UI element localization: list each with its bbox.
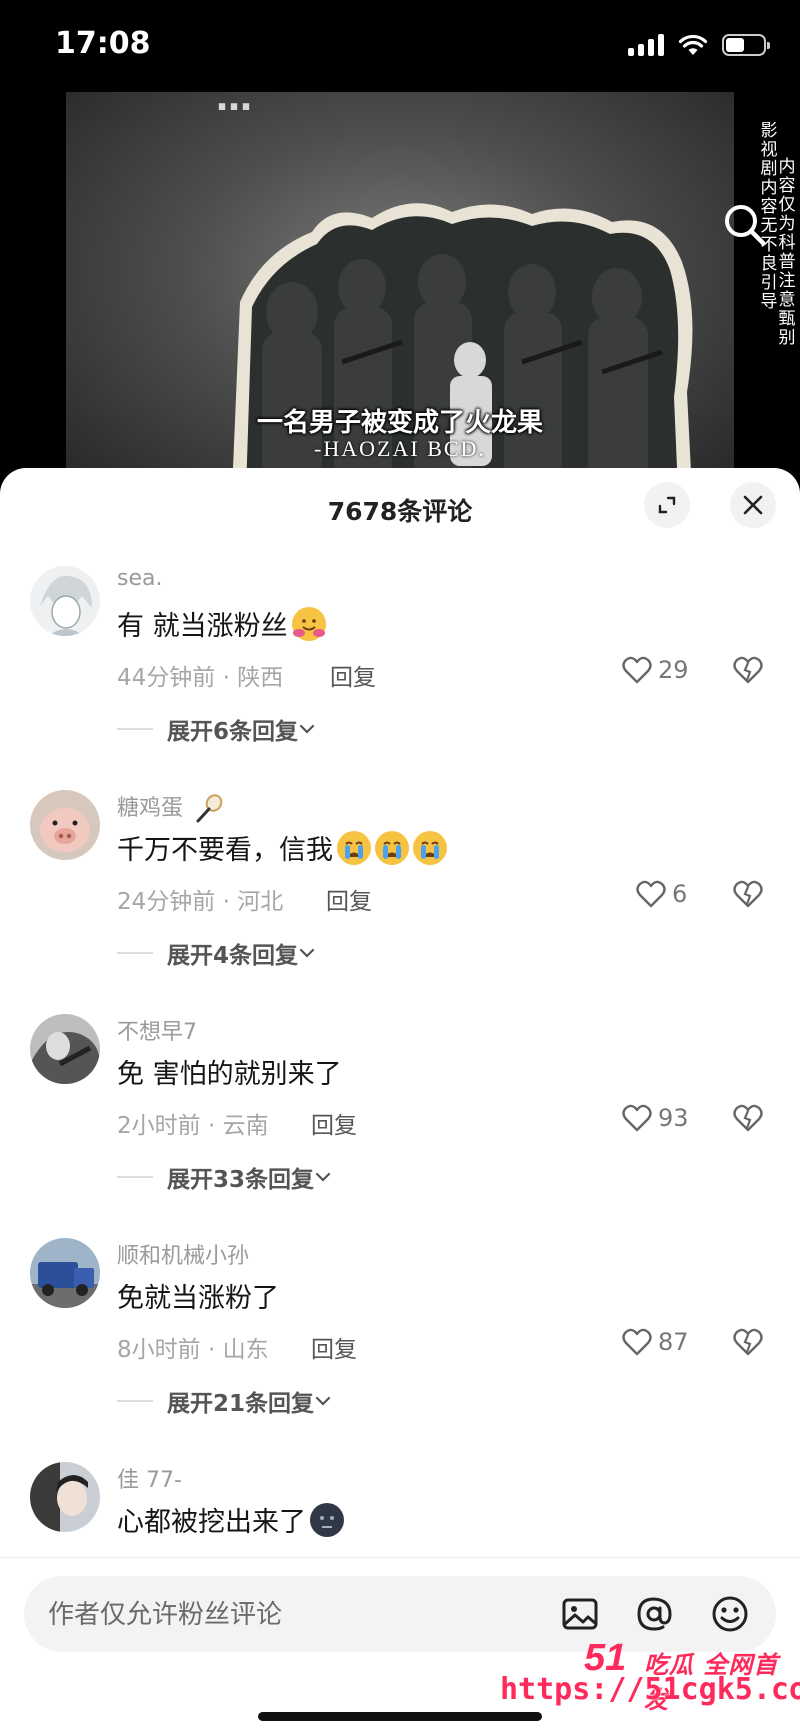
expand-replies-button[interactable]: 展开4条回复 [117,936,316,970]
comment-meta: 24分钟前 · 河北 [117,889,284,915]
close-sheet-button[interactable] [730,482,776,528]
expand-sheet-button[interactable] [644,482,690,528]
home-indicator[interactable] [258,1712,542,1721]
avatar[interactable] [30,790,100,860]
comment-meta: 44分钟前 · 陕西 [117,665,284,691]
like-button[interactable]: 29 [622,656,689,684]
comment-username-text: 糖鸡蛋 [117,796,184,821]
comment-text: 有 就当涨粉丝 [117,604,326,643]
crying-emoji-icon [413,830,447,865]
expand-replies-label: 展开33条回复 [167,1167,315,1193]
comment-text-content: 心都被挖出来了 [117,1507,306,1538]
side-notice-2: 内容仅为科普注意甄别 [778,157,796,348]
video-top-caption: … [216,92,258,119]
chevron-down-icon [315,1396,331,1406]
mention-icon[interactable] [632,1592,676,1636]
comment-username[interactable]: sea. [117,566,162,591]
reply-button[interactable]: 回复 [311,1106,357,1140]
status-icons [628,34,770,56]
chevron-down-icon [299,948,315,958]
reply-button[interactable]: 回复 [330,658,376,692]
like-button[interactable]: 87 [622,1328,689,1356]
chevron-down-icon [299,724,315,734]
comment-item: 糖鸡蛋 千万不要看，信我 24分钟前 · 河北 回复 6 展开4条回复 [0,790,800,1014]
chevron-down-icon [315,1172,331,1182]
status-bar: 17:08 [0,0,800,95]
wifi-icon [678,34,708,55]
heart-icon [622,656,652,684]
comment-text: 免就当涨粉了 [117,1276,279,1315]
like-count: 6 [672,880,688,908]
divider [117,952,153,954]
avatar[interactable] [30,566,100,636]
comment-text-content: 千万不要看，信我 [117,835,333,866]
comment-item: 顺和机械小孙 免就当涨粉了 8小时前 · 山东 回复 87 展开21条回复 [0,1238,800,1462]
comment-text-content: 有 就当涨粉丝 [117,611,288,642]
comment-text-content: 免 害怕的就别来了 [117,1059,342,1090]
expand-replies-label: 展开4条回复 [167,943,299,969]
comment-input[interactable] [46,1588,550,1642]
expand-replies-label: 展开6条回复 [167,719,299,745]
expand-replies-label: 展开21条回复 [167,1391,315,1417]
divider [117,1176,153,1178]
avatar[interactable] [30,1238,100,1308]
comment-username[interactable]: 糖鸡蛋 [117,790,224,824]
like-count: 87 [658,1328,689,1356]
site-watermark-url: https://51cgk5.com [500,1672,800,1707]
avatar[interactable] [30,1462,100,1532]
heart-icon [622,1328,652,1356]
expand-replies-button[interactable]: 展开33条回复 [117,1160,332,1194]
dislike-icon[interactable] [733,656,763,684]
like-button[interactable]: 6 [636,880,687,908]
reply-button[interactable]: 回复 [311,1330,357,1364]
hug-emoji-icon [291,606,326,641]
badminton-racket-icon [196,794,223,823]
comment-text: 免 害怕的就别来了 [117,1052,342,1091]
image-icon[interactable] [558,1592,602,1636]
comment-meta: 8小时前 · 山东 [117,1337,269,1363]
status-time: 17:08 [55,26,151,61]
reply-button[interactable]: 回复 [326,882,372,916]
battery-icon [722,34,770,56]
expand-replies-button[interactable]: 展开21条回复 [117,1384,332,1418]
divider [117,728,153,730]
comment-text: 心都被挖出来了 [117,1500,344,1539]
comment-meta: 2小时前 · 云南 [117,1113,269,1139]
avatar[interactable] [30,1014,100,1084]
comment-item: 佳 77- 心都被挖出来了 [0,1462,800,1552]
dislike-icon[interactable] [733,1104,763,1132]
heart-icon [622,1104,652,1132]
comment-text: 千万不要看，信我 [117,828,447,867]
divider [117,1400,153,1402]
dislike-icon[interactable] [733,1328,763,1356]
close-icon [743,495,763,515]
video-player[interactable]: … 影视剧内容无不良引导 内容仅为科普注意甄别 一名男子被变成了火龙果 -HAO… [0,92,800,492]
expand-icon [658,496,676,514]
comment-item: sea. 有 就当涨粉丝 44分钟前 · 陕西 回复 29 展开6条回复 [0,566,800,790]
video-subtitle: 一名男子被变成了火龙果 [256,408,543,438]
comment-username[interactable]: 不想早7 [117,1014,197,1046]
cellular-signal-icon [628,34,664,56]
comment-username[interactable]: 顺和机械小孙 [117,1238,249,1270]
comment-sheet: 7678条评论 sea. 有 就当涨粉丝 44分钟前 · 陕西 回复 29 展开… [0,468,800,1733]
comment-item: 不想早7 免 害怕的就别来了 2小时前 · 云南 回复 93 展开33条回复 [0,1014,800,1238]
dislike-icon[interactable] [733,880,763,908]
crying-emoji-icon [375,830,409,865]
search-icon[interactable] [720,200,770,250]
emoji-icon[interactable] [708,1592,752,1636]
expand-replies-button[interactable]: 展开6条回复 [117,712,316,746]
heart-icon [636,880,666,908]
comment-username[interactable]: 佳 77- [117,1462,182,1494]
like-count: 29 [658,656,689,684]
crying-emoji-icon [337,830,371,865]
like-button[interactable]: 93 [622,1104,689,1132]
comment-text-content: 免就当涨粉了 [117,1283,279,1314]
video-watermark: -HAOZAI BCD. [314,436,486,461]
dark-face-emoji-icon [310,1502,344,1537]
like-count: 93 [658,1104,689,1132]
